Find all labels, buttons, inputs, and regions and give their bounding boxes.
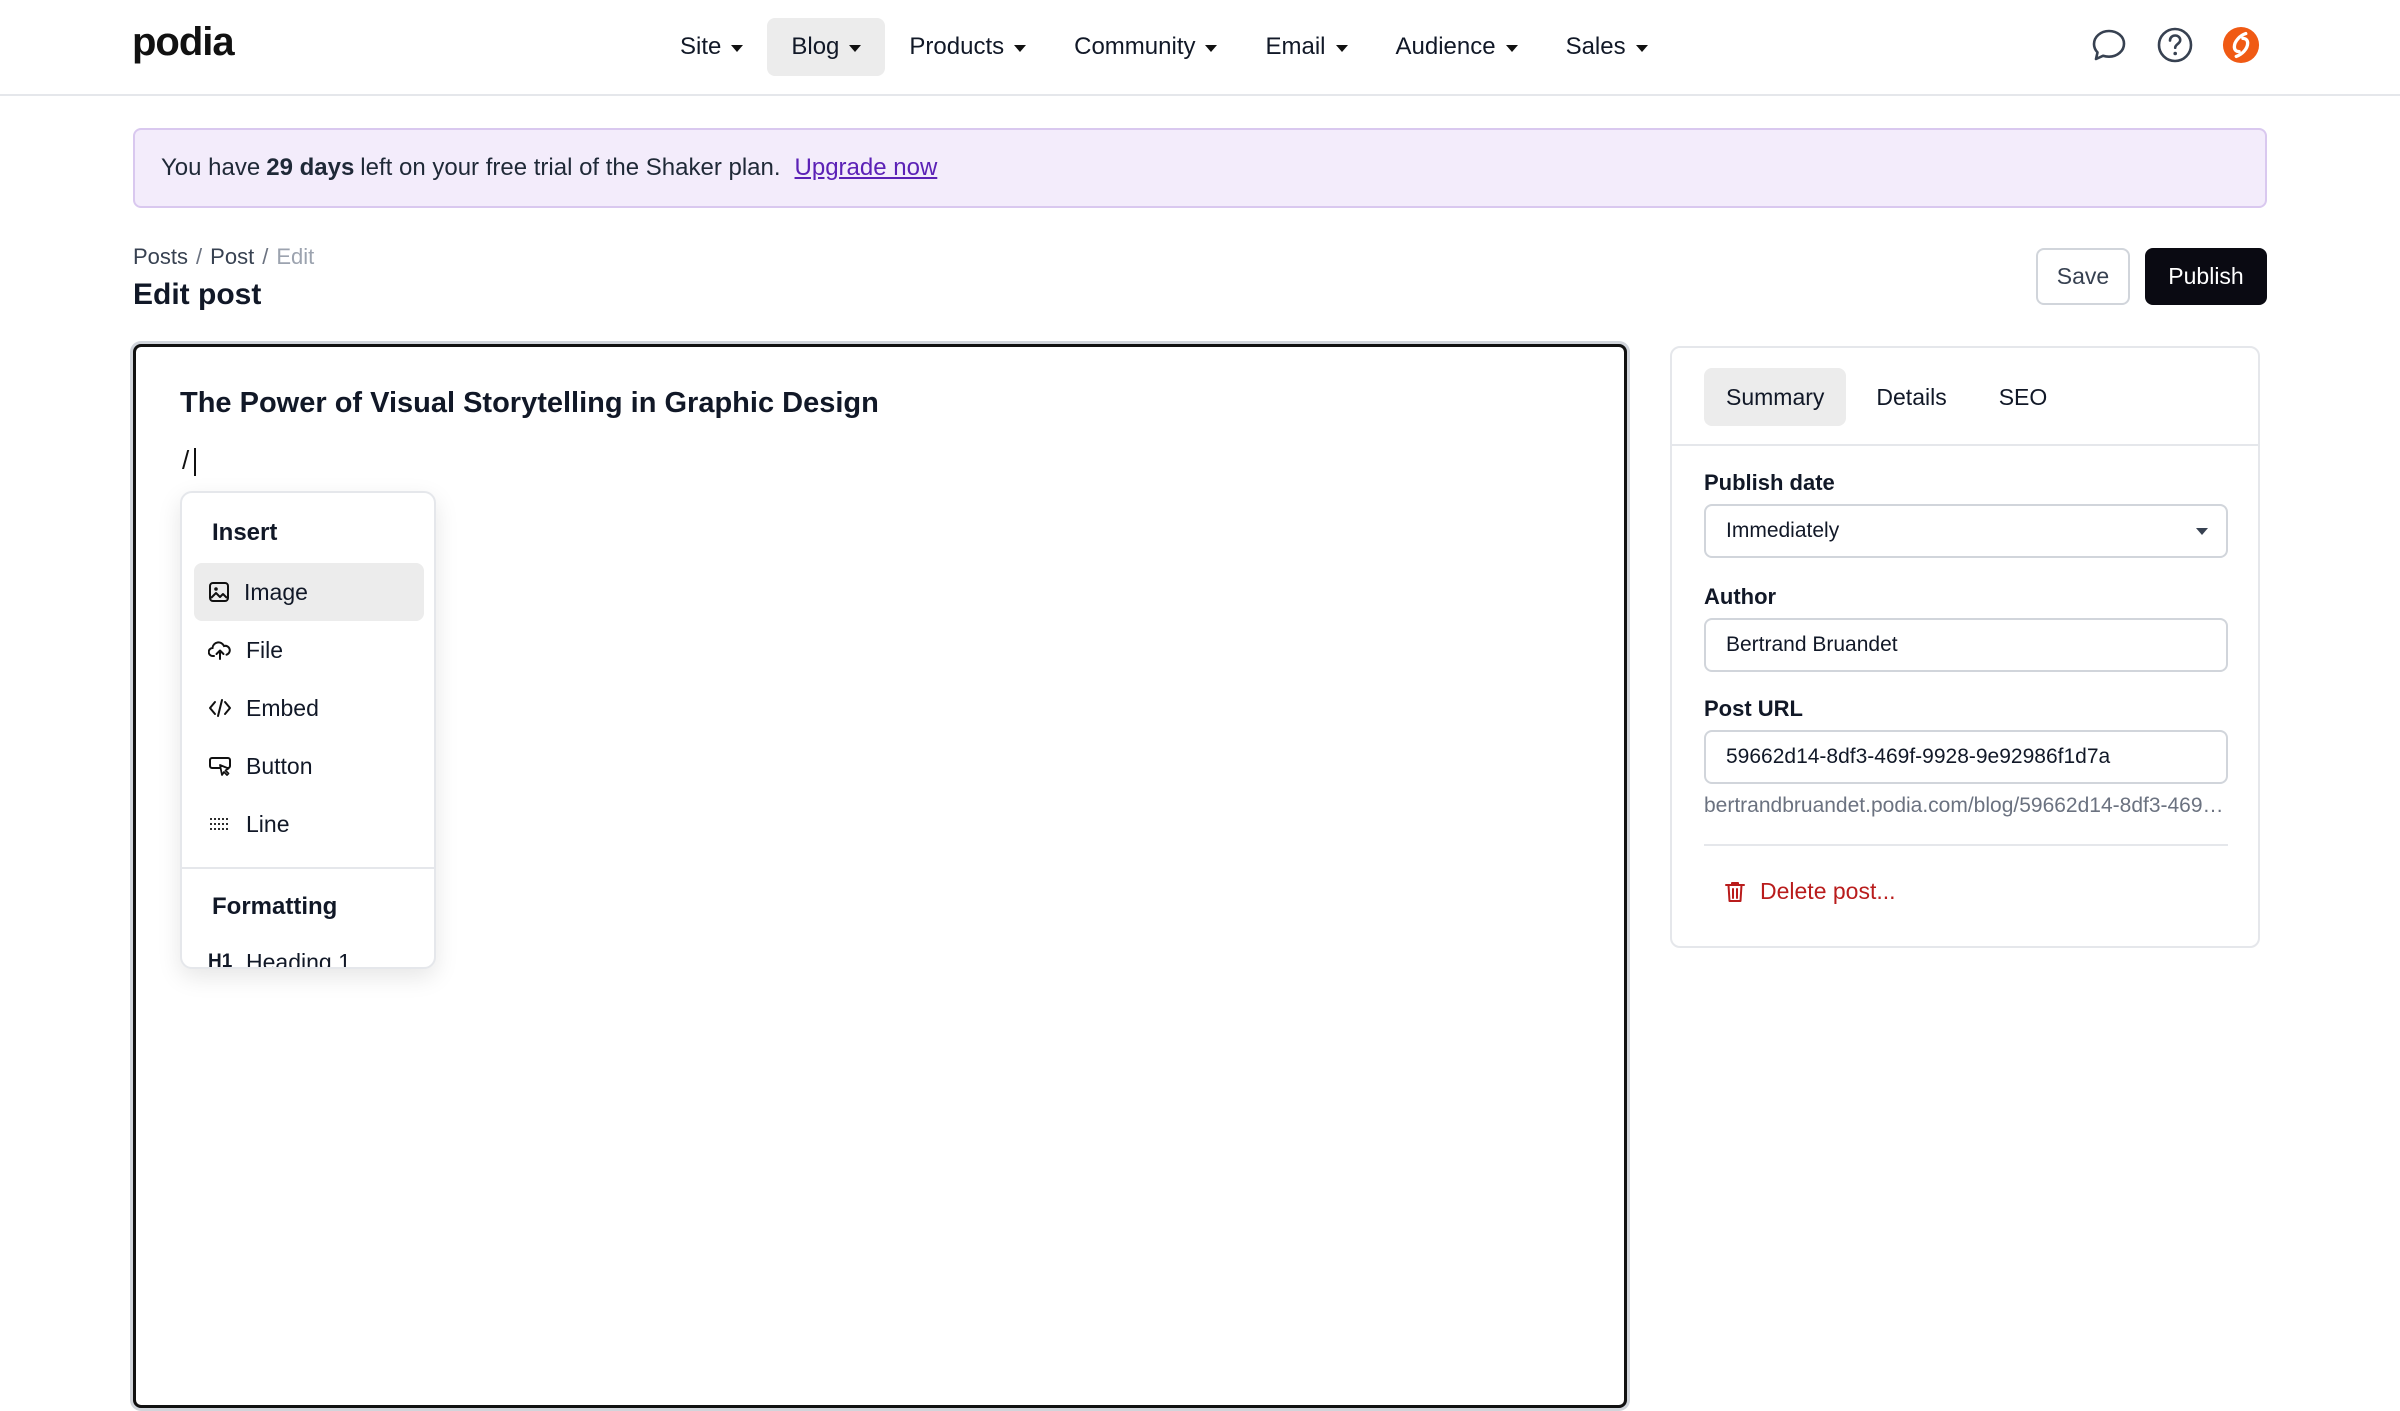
menu-item-label: Image	[244, 578, 308, 605]
upload-cloud-icon	[208, 641, 231, 660]
formatting-heading: Formatting	[212, 893, 338, 920]
banner-text: left on your free trial of the Shaker pl…	[360, 154, 781, 181]
breadcrumb-current: Edit	[276, 244, 315, 269]
menu-item-button[interactable]: Button	[194, 737, 424, 795]
author-input[interactable]: Bertrand Bruandet	[1704, 618, 2228, 672]
breadcrumb-post[interactable]: Post	[210, 244, 254, 270]
menu-item-file[interactable]: File	[194, 621, 424, 679]
tabs-divider	[1672, 444, 2258, 446]
trial-banner: You have 29 days left on your free trial…	[133, 128, 2267, 208]
nav-item-blog[interactable]: Blog	[767, 18, 886, 76]
author-label: Author	[1704, 584, 1777, 609]
nav-item-label: Email	[1265, 33, 1326, 60]
banner-days: 29 days	[266, 154, 355, 181]
post-url-preview: bertrandbruandet.podia.com/blog/59662d14…	[1704, 794, 2228, 817]
menu-item-label: Button	[246, 752, 313, 779]
nav-item-label: Site	[680, 33, 722, 60]
publish-date-select[interactable]: Immediately	[1704, 504, 2228, 558]
breadcrumb-separator: /	[262, 244, 269, 269]
breadcrumb: Posts / Post / Edit	[133, 244, 314, 270]
menu-item-label: Line	[246, 810, 290, 837]
delete-post-label: Delete post...	[1760, 878, 1896, 904]
editor-typed-text: /	[182, 445, 190, 475]
podia-logo[interactable]: podia	[132, 20, 235, 65]
nav-item-community[interactable]: Community	[1050, 18, 1241, 76]
menu-item-heading-1[interactable]: H1 Heading 1	[194, 933, 424, 969]
publish-date-value: Immediately	[1726, 519, 1840, 542]
caret-down-icon	[1335, 44, 1348, 52]
image-icon	[209, 582, 229, 602]
breadcrumb-separator: /	[196, 244, 203, 269]
top-navbar: podia Site Blog Products Community Email…	[0, 0, 2400, 96]
menu-item-label: File	[246, 636, 284, 663]
nav-item-label: Blog	[791, 33, 840, 60]
page-title: Edit post	[133, 278, 262, 311]
post-title[interactable]: The Power of Visual Storytelling in Grap…	[180, 387, 879, 420]
caret-down-icon	[849, 44, 862, 52]
nav-item-label: Sales	[1565, 33, 1626, 60]
menu-item-label: Heading 1	[246, 948, 351, 969]
post-url-value: 59662d14-8df3-469f-9928-9e92986f1d7a	[1726, 745, 2111, 768]
caret-down-icon	[1505, 44, 1518, 52]
panel-tabs: Summary Details SEO	[1704, 368, 2069, 426]
nav-item-site[interactable]: Site	[656, 18, 767, 76]
text-cursor	[194, 448, 196, 476]
line-icon	[210, 818, 230, 830]
publish-button[interactable]: Publish	[2145, 248, 2267, 305]
post-url-input[interactable]: 59662d14-8df3-469f-9928-9e92986f1d7a	[1704, 730, 2228, 784]
nav-item-sales[interactable]: Sales	[1542, 18, 1672, 76]
banner-text: You have	[161, 154, 261, 181]
button-icon	[209, 757, 231, 776]
tab-seo[interactable]: SEO	[1977, 368, 2070, 426]
help-icon[interactable]	[2156, 26, 2194, 64]
caret-down-icon	[1635, 44, 1648, 52]
publish-date-label: Publish date	[1704, 470, 1835, 495]
breadcrumb-posts[interactable]: Posts	[133, 244, 188, 270]
post-editor[interactable]: The Power of Visual Storytelling in Grap…	[133, 344, 1627, 1408]
nav-item-label: Community	[1074, 33, 1196, 60]
nav-item-label: Audience	[1395, 33, 1496, 60]
post-settings-panel: Summary Details SEO Publish date Immedia…	[1670, 346, 2260, 948]
post-url-label: Post URL	[1704, 696, 1803, 721]
caret-down-icon	[731, 44, 744, 52]
avatar[interactable]	[2222, 26, 2260, 64]
code-icon	[209, 699, 231, 717]
nav-item-label: Products	[909, 33, 1005, 60]
menu-item-embed[interactable]: Embed	[194, 679, 424, 737]
caret-down-icon	[2196, 528, 2208, 535]
menu-divider	[182, 867, 434, 869]
caret-down-icon	[1205, 44, 1218, 52]
tab-summary[interactable]: Summary	[1704, 368, 1847, 426]
heading-1-icon: H1	[208, 951, 233, 969]
menu-item-line[interactable]: Line	[194, 795, 424, 853]
save-button[interactable]: Save	[2036, 248, 2130, 305]
insert-menu: Insert Image File Embed Button Line Form…	[180, 491, 436, 969]
chat-icon[interactable]	[2090, 26, 2128, 64]
nav-item-email[interactable]: Email	[1241, 18, 1371, 76]
upgrade-now-link[interactable]: Upgrade now	[795, 154, 938, 182]
nav-item-audience[interactable]: Audience	[1372, 18, 1542, 76]
nav-right-actions	[2090, 26, 2260, 64]
insert-heading: Insert	[212, 519, 278, 546]
panel-divider	[1704, 844, 2228, 846]
menu-item-label: Embed	[246, 694, 319, 721]
menu-item-image[interactable]: Image	[194, 563, 424, 621]
main-nav: Site Blog Products Community Email Audie…	[656, 18, 1672, 76]
delete-post-button[interactable]: Delete post...	[1724, 878, 1896, 905]
caret-down-icon	[1014, 44, 1027, 52]
nav-item-products[interactable]: Products	[885, 18, 1050, 76]
author-value: Bertrand Bruandet	[1726, 633, 1898, 656]
tab-details[interactable]: Details	[1854, 368, 1968, 426]
trash-icon	[1725, 881, 1745, 902]
